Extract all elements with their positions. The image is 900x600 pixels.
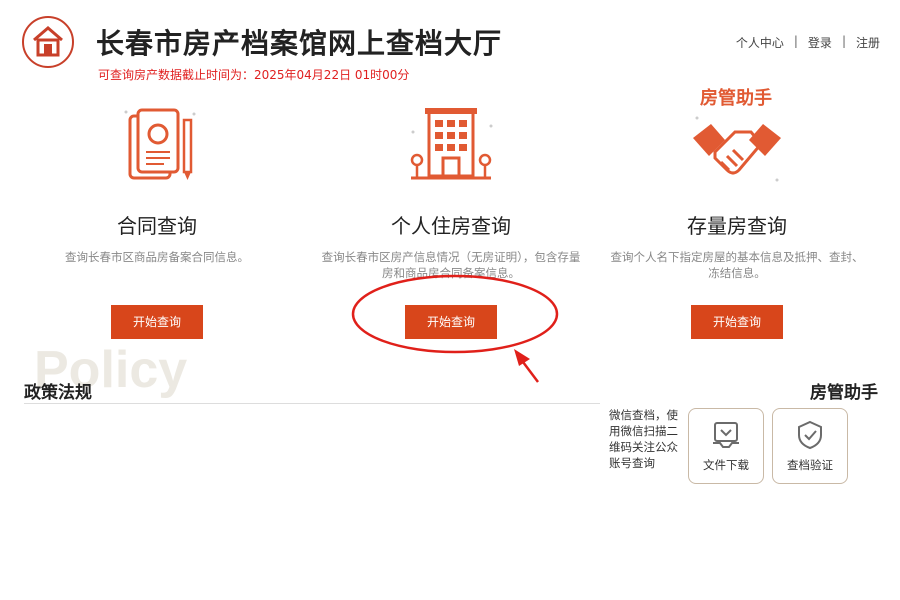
register-link[interactable]: 注册 bbox=[856, 34, 880, 51]
service-title: 合同查询 bbox=[117, 214, 197, 238]
top-nav: 个人中心 | 登录 | 注册 bbox=[736, 34, 880, 51]
start-contract-query-button[interactable]: 开始查询 bbox=[111, 305, 203, 339]
service-title: 个人住房查询 bbox=[391, 214, 511, 238]
data-cutoff-notice: 可查询房产数据截止时间为：2025年04月22日 01时00分 bbox=[98, 68, 410, 82]
service-contract-query: 合同查询 查询长春市区商品房备案合同信息。 开始查询 bbox=[27, 92, 287, 339]
handshake-icon bbox=[607, 92, 867, 192]
helper-section-title: 房管助手 bbox=[810, 383, 878, 403]
login-link[interactable]: 登录 bbox=[808, 34, 832, 51]
house-logo-icon bbox=[33, 26, 63, 57]
service-description: 查询长春市区房产信息情况（无房证明），包含存量房和商品房合同备案信息。 bbox=[321, 250, 581, 280]
personal-center-link[interactable]: 个人中心 bbox=[736, 34, 784, 51]
contract-document-icon bbox=[27, 92, 287, 192]
service-personal-housing-query: 个人住房查询 查询长春市区房产信息情况（无房证明），包含存量房和商品房合同备案信… bbox=[321, 92, 581, 339]
shield-check-icon bbox=[798, 420, 822, 450]
service-title: 存量房查询 bbox=[687, 214, 787, 238]
policy-divider bbox=[24, 403, 600, 404]
building-icon bbox=[321, 92, 581, 192]
archive-verify-label: 查档验证 bbox=[787, 458, 833, 472]
archive-verify-button[interactable]: 查档验证 bbox=[772, 408, 848, 484]
start-personal-housing-query-button[interactable]: 开始查询 bbox=[405, 305, 497, 339]
file-download-icon bbox=[713, 422, 739, 448]
nav-separator: | bbox=[841, 34, 846, 48]
file-download-label: 文件下载 bbox=[703, 458, 749, 472]
file-download-button[interactable]: 文件下载 bbox=[688, 408, 764, 484]
policy-section-title: 政策法规 bbox=[24, 383, 92, 403]
service-description: 查询个人名下指定房屋的基本信息及抵押、查封、冻结信息。 bbox=[610, 250, 864, 280]
nav-separator: | bbox=[793, 34, 798, 48]
site-title: 长春市房产档案馆网上查档大厅 bbox=[96, 27, 503, 60]
service-existing-housing-query: 存量房查询 查询个人名下指定房屋的基本信息及抵押、查封、冻结信息。 开始查询 bbox=[607, 92, 867, 339]
start-existing-housing-query-button[interactable]: 开始查询 bbox=[691, 305, 783, 339]
service-description: 查询长春市区商品房备案合同信息。 bbox=[65, 250, 249, 264]
wechat-query-description: 微信查档，使用微信扫描二维码关注公众账号查询 bbox=[609, 408, 678, 470]
site-logo[interactable] bbox=[22, 16, 74, 68]
